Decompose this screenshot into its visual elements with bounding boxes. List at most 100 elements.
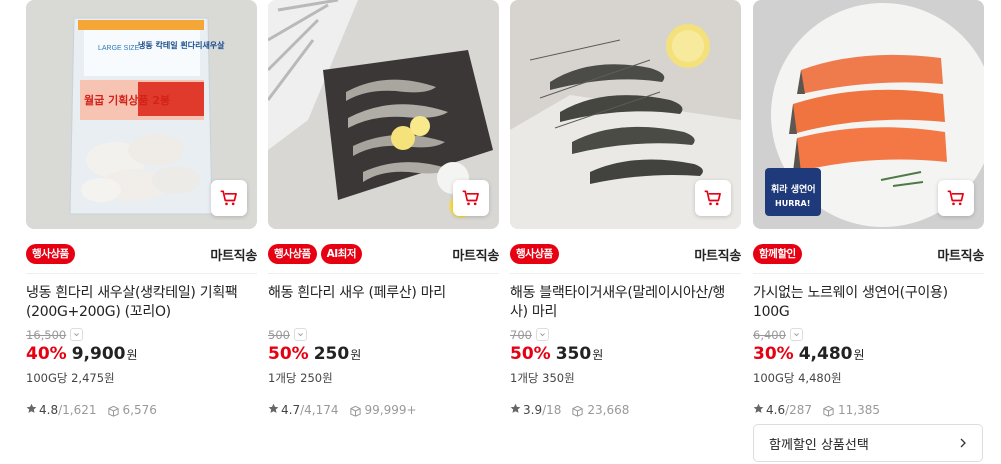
cart-icon [704, 190, 721, 206]
product-stats: 4.8 /1,621 6,576 [26, 402, 257, 418]
delivery-label: 마트직송 [694, 249, 741, 264]
currency-label: 원 [350, 348, 362, 362]
discount-rate: 40% [26, 344, 67, 364]
cart-icon [947, 190, 964, 206]
product-image[interactable]: LARGE SIZE 냉동 칵테일 흰다리새우살 월굽 기획상품 2봉 [26, 0, 257, 229]
original-price: 500 [268, 326, 499, 343]
original-price: 700 [510, 326, 741, 343]
purchase-count: 23,668 [571, 403, 629, 417]
purchase-count-value: 99,999+ [364, 403, 417, 417]
product-stats: 3.9 /18 23,668 [510, 402, 741, 418]
product-stats: 4.7 /4,174 99,999+ [268, 402, 499, 418]
unit-price: 100G당 4,480원 [753, 371, 842, 385]
product-image[interactable] [510, 0, 741, 229]
product-name[interactable]: 가시없는 노르웨이 생연어(구이용) 100G [753, 284, 984, 322]
rating-value: 3.9 [523, 403, 543, 417]
review-count[interactable]: /18 [542, 403, 561, 417]
add-to-cart-button[interactable] [938, 180, 974, 216]
price-detail-toggle[interactable] [293, 328, 307, 341]
chevron-down-icon [794, 333, 799, 337]
promo-badge: 행사상품 [26, 243, 75, 264]
bundle-select-button[interactable]: 함께할인 상품선택 [753, 424, 983, 462]
discount-rate: 50% [510, 344, 551, 364]
product-card[interactable]: 행사상품 마트직송 해동 블랙타이거새우(말레이시아산/행사) 마리 700 5… [510, 0, 741, 464]
review-count[interactable]: /4,174 [300, 403, 338, 417]
currency-label: 원 [853, 348, 865, 362]
price-detail-toggle[interactable] [535, 328, 549, 341]
add-to-cart-button[interactable] [695, 180, 731, 216]
badge-row: 행사상품 AI최저 마트직송 [268, 234, 499, 274]
svg-text:LARGE SIZE: LARGE SIZE [98, 45, 140, 52]
review-count[interactable]: /287 [785, 403, 812, 417]
box-icon [107, 405, 119, 417]
chevron-down-icon [540, 333, 545, 337]
original-price: 6,400 [753, 326, 984, 343]
price-detail-toggle[interactable] [789, 328, 803, 341]
purchase-count-value: 23,668 [587, 403, 630, 417]
bundle-select-label: 함께할인 상품선택 [769, 437, 869, 453]
rating-value: 4.8 [39, 403, 59, 417]
currency-label: 원 [126, 348, 138, 362]
sale-price: 30% 4,480 원 [753, 344, 984, 367]
rating-value: 4.6 [766, 403, 786, 417]
star-icon [753, 403, 764, 417]
original-price-value: 500 [268, 327, 290, 342]
unit-price: 1개당 250원 [268, 371, 333, 385]
ai-lowest-badge: AI최저 [320, 243, 362, 264]
purchase-count-value: 11,385 [838, 403, 881, 417]
product-grid: LARGE SIZE 냉동 칵테일 흰다리새우살 월굽 기획상품 2봉 행사상품… [0, 0, 1001, 464]
discount-rate: 50% [268, 344, 309, 364]
price-amount: 4,480 [798, 344, 853, 364]
price-detail-toggle[interactable] [70, 328, 84, 341]
product-card[interactable]: LARGE SIZE 냉동 칵테일 흰다리새우살 월굽 기획상품 2봉 행사상품… [26, 0, 257, 464]
product-card[interactable]: 휘라 생연어 HURRA! 함께할인 마트직송 가시없는 노르웨이 생연어(구이… [753, 0, 984, 464]
svg-text:월굽 기획상품 2봉: 월굽 기획상품 2봉 [84, 93, 170, 107]
star-icon [510, 403, 521, 417]
delivery-label: 마트직송 [452, 249, 499, 264]
original-price-value: 700 [510, 327, 532, 342]
original-price: 16,500 [26, 326, 257, 343]
price-amount: 350 [555, 344, 592, 364]
svg-text:냉동 칵테일 흰다리새우살: 냉동 칵테일 흰다리새우살 [138, 40, 225, 50]
price-amount: 9,900 [71, 344, 126, 364]
add-to-cart-button[interactable] [211, 180, 247, 216]
cart-icon [220, 190, 237, 206]
cart-icon [462, 190, 479, 206]
sale-price: 50% 350 원 [510, 344, 741, 367]
product-card[interactable]: 행사상품 AI최저 마트직송 해동 흰다리 새우 (페루산) 마리 500 50… [268, 0, 499, 464]
purchase-count: 99,999+ [349, 403, 417, 417]
product-image[interactable] [268, 0, 499, 229]
bundle-discount-badge: 함께할인 [753, 243, 802, 264]
review-count[interactable]: /1,621 [58, 403, 96, 417]
promo-badge: 행사상품 [268, 243, 317, 264]
product-image[interactable]: 휘라 생연어 HURRA! [753, 0, 984, 229]
box-icon [572, 405, 584, 417]
badge-row: 행사상품 마트직송 [510, 234, 741, 274]
svg-text:휘라 생연어: 휘라 생연어 [771, 183, 816, 195]
product-name[interactable]: 냉동 흰다리 새우살(생칵테일) 기획팩(200G+200G) (꼬리O) [26, 284, 257, 322]
delivery-label: 마트직송 [210, 249, 257, 264]
unit-price: 100G당 2,475원 [26, 371, 115, 385]
price-amount: 250 [313, 344, 350, 364]
product-name[interactable]: 해동 블랙타이거새우(말레이시아산/행사) 마리 [510, 284, 741, 322]
discount-rate: 30% [753, 344, 794, 364]
chevron-right-icon [960, 438, 966, 448]
star-icon [268, 403, 279, 417]
product-stats: 4.6 /287 11,385 [753, 402, 984, 418]
badge-row: 행사상품 마트직송 [26, 234, 257, 274]
product-name[interactable]: 해동 흰다리 새우 (페루산) 마리 [268, 284, 499, 322]
purchase-count: 11,385 [822, 403, 880, 417]
add-to-cart-button[interactable] [453, 180, 489, 216]
box-icon [349, 405, 361, 417]
sale-price: 40% 9,900 원 [26, 344, 257, 367]
sale-price: 50% 250 원 [268, 344, 499, 367]
chevron-down-icon [74, 333, 80, 337]
svg-text:HURRA!: HURRA! [775, 199, 810, 208]
chevron-down-icon [298, 333, 303, 337]
purchase-count-value: 6,576 [122, 403, 157, 417]
promo-badge: 행사상품 [510, 243, 559, 264]
star-icon [26, 403, 37, 417]
rating-value: 4.7 [281, 403, 301, 417]
unit-price: 1개당 350원 [510, 371, 575, 385]
purchase-count: 6,576 [107, 403, 157, 417]
